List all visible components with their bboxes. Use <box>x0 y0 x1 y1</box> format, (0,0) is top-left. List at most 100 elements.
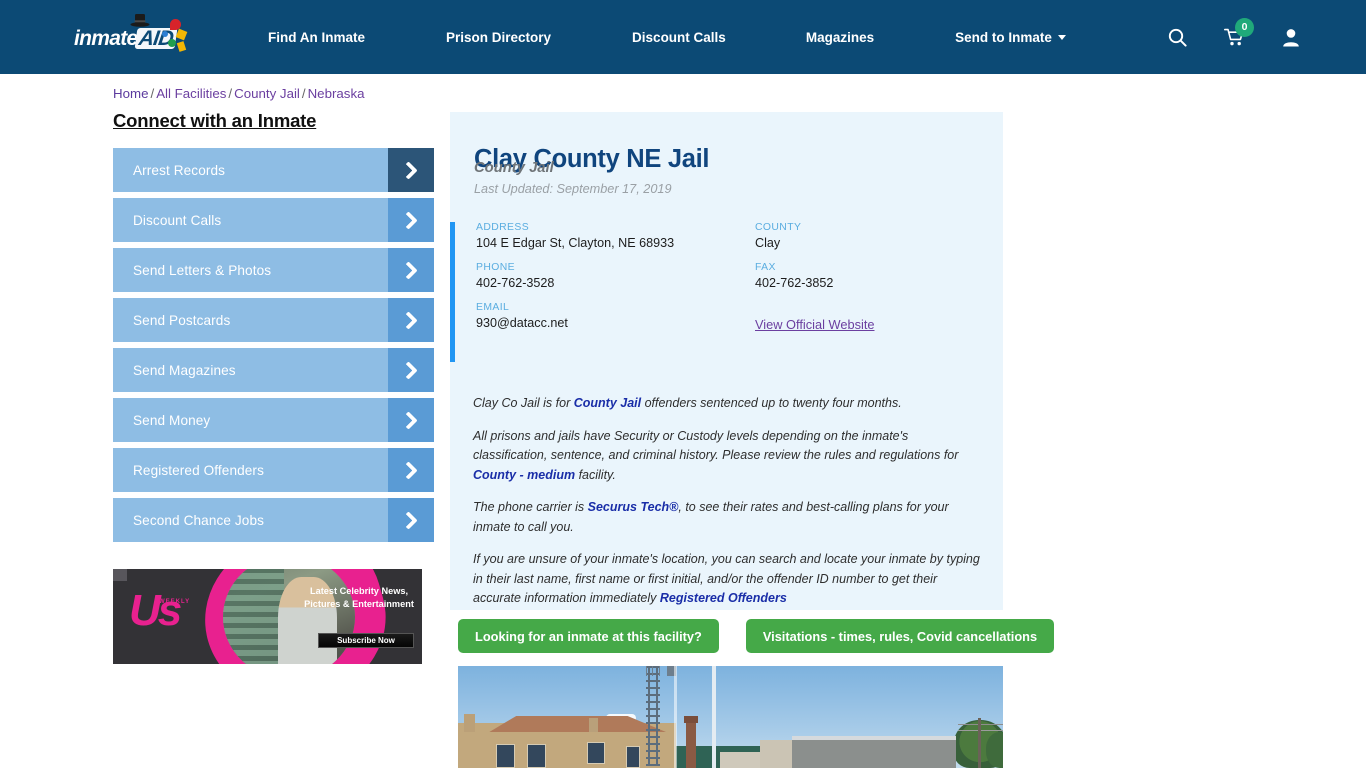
sidebar-title: Connect with an Inmate <box>113 110 317 131</box>
inmate-search-button[interactable]: Looking for an inmate at this facility? <box>458 619 719 653</box>
sidebar-item-label: Send Money <box>133 412 211 428</box>
chevron-right-icon <box>388 298 434 342</box>
contact-field-county: COUNTY Clay <box>755 222 995 250</box>
link-registered-offenders[interactable]: Registered Offenders <box>660 591 787 605</box>
fax-label: FAX <box>755 262 776 273</box>
desc-p3-text-a: The phone carrier is <box>473 500 588 514</box>
sidebar-item-label: Send Letters & Photos <box>133 262 272 278</box>
nav-prison-directory[interactable]: Prison Directory <box>446 30 551 45</box>
chevron-right-icon <box>388 198 434 242</box>
breadcrumb-item-nebraska[interactable]: Nebraska <box>308 86 365 101</box>
breadcrumb-item-all-facilities[interactable]: All Facilities <box>156 86 226 101</box>
link-securus-tech[interactable]: Securus Tech® <box>588 500 679 514</box>
contact-field-address: ADDRESS 104 E Edgar St, Clayton, NE 6893… <box>476 222 736 250</box>
address-label: ADDRESS <box>476 222 530 233</box>
logo-confetti-green <box>168 39 176 47</box>
photo-window <box>587 742 605 764</box>
sidebar-item-send-letters-photos[interactable]: Send Letters & Photos <box>113 248 434 292</box>
photo-chimney <box>464 714 475 732</box>
contact-field-email: EMAIL 930@datacc.net <box>476 302 736 330</box>
breadcrumb-item-home[interactable]: Home <box>113 86 148 101</box>
facility-type: County Jail <box>474 160 554 176</box>
photo-antenna-tower <box>646 666 660 766</box>
chevron-right-icon <box>388 398 434 442</box>
site-logo[interactable]: inmateAID <box>74 14 192 59</box>
action-button-row: Looking for an inmate at this facility? … <box>458 619 1055 653</box>
facility-detail-panel: Clay County NE Jail County Jail Last Upd… <box>450 112 1003 610</box>
nav-find-an-inmate[interactable]: Find An Inmate <box>268 30 365 45</box>
ad-copy-text: Latest Celebrity News, Pictures & Entert… <box>304 586 414 610</box>
chevron-right-icon <box>388 348 434 392</box>
contact-field-phone: PHONE 402-762-3528 <box>476 262 736 290</box>
fax-value: 402-762-3852 <box>755 276 834 290</box>
sidebar-item-arrest-records[interactable]: Arrest Records <box>113 148 434 192</box>
chevron-right-icon <box>388 448 434 492</box>
view-official-website-link[interactable]: View Official Website <box>755 317 875 332</box>
visitation-info-button[interactable]: Visitations - times, rules, Covid cancel… <box>745 619 1055 653</box>
county-value: Clay <box>755 236 781 250</box>
sidebar-item-send-money[interactable]: Send Money <box>113 398 434 442</box>
photo-window <box>527 744 546 768</box>
advertisement-banner[interactable]: Us WEEKLY Latest Celebrity News, Picture… <box>113 569 422 664</box>
logo-confetti-yellow <box>175 28 188 41</box>
email-value: 930@datacc.net <box>476 316 568 330</box>
nav-discount-calls[interactable]: Discount Calls <box>632 30 726 45</box>
sidebar-item-registered-offenders[interactable]: Registered Offenders <box>113 448 434 492</box>
user-account-icon[interactable] <box>1282 28 1300 47</box>
photo-chimney <box>589 718 598 732</box>
ad-corner-marker <box>113 569 127 581</box>
cart-icon[interactable]: 0 <box>1224 17 1254 47</box>
phone-value: 402-762-3528 <box>476 276 555 290</box>
nav-magazines[interactable]: Magazines <box>806 30 874 45</box>
ad-photo-shelf <box>223 569 284 664</box>
photo-window <box>496 744 515 768</box>
logo-text: inmateAID <box>74 27 178 50</box>
breadcrumb-item-county-jail[interactable]: County Jail <box>234 86 300 101</box>
contact-column-left: ADDRESS 104 E Edgar St, Clayton, NE 6893… <box>476 222 736 342</box>
ad-photo <box>223 569 355 664</box>
website-spacer <box>755 302 995 313</box>
photo-wall <box>792 736 956 768</box>
desc-p2-text-b: facility. <box>575 467 616 482</box>
photo-brick-stack <box>686 718 696 768</box>
chevron-right-icon <box>388 498 434 542</box>
photo-stone-pillar <box>760 740 792 768</box>
accent-bar <box>450 222 455 362</box>
sidebar-item-send-magazines[interactable]: Send Magazines <box>113 348 434 392</box>
photo-flagpole <box>712 666 716 768</box>
county-label: COUNTY <box>755 222 802 233</box>
sidebar-item-label: Second Chance Jobs <box>133 512 265 528</box>
description-paragraph-1: Clay Co Jail is for County Jail offender… <box>473 394 985 414</box>
photo-split-divider <box>674 666 677 768</box>
email-label: EMAIL <box>476 302 510 313</box>
sidebar-item-label: Discount Calls <box>133 212 222 228</box>
sidebar-item-discount-calls[interactable]: Discount Calls <box>113 198 434 242</box>
facility-photo <box>458 666 1003 768</box>
desc-p2-text-a: All prisons and jails have Security or C… <box>473 428 959 463</box>
photo-window <box>626 746 640 768</box>
sidebar-item-send-postcards[interactable]: Send Postcards <box>113 298 434 342</box>
logo-confetti-orange <box>176 41 187 52</box>
ad-subscribe-button[interactable]: Subscribe Now <box>318 633 414 648</box>
photo-tree <box>986 732 1003 768</box>
phone-label: PHONE <box>476 262 515 273</box>
sidebar: Connect with an Inmate Arrest Records Di… <box>113 110 434 548</box>
nav-send-to-inmate[interactable]: Send to Inmate <box>955 30 1066 45</box>
search-icon[interactable] <box>1168 28 1187 47</box>
breadcrumb-separator: / <box>228 86 233 101</box>
sidebar-item-second-chance-jobs[interactable]: Second Chance Jobs <box>113 498 434 542</box>
address-value: 104 E Edgar St, Clayton, NE 68933 <box>476 236 675 250</box>
ad-photo-frame <box>223 569 355 664</box>
photo-brick-stack-cap <box>684 716 698 723</box>
sidebar-item-label: Arrest Records <box>133 162 226 178</box>
chevron-right-icon <box>388 248 434 292</box>
contact-column-right: COUNTY Clay FAX 402-762-3852 View Offici… <box>755 222 995 346</box>
ad-brand-logo: Us <box>129 586 182 635</box>
facility-description: Clay Co Jail is for County Jail offender… <box>473 394 985 622</box>
last-updated-text: Last Updated: September 17, 2019 <box>474 182 672 196</box>
contact-field-fax: FAX 402-762-3852 <box>755 262 995 290</box>
link-county-medium[interactable]: County - medium <box>473 468 575 482</box>
description-paragraph-3: The phone carrier is Securus Tech®, to s… <box>473 498 985 537</box>
link-county-jail[interactable]: County Jail <box>574 396 641 410</box>
photo-wall-cap <box>792 736 956 740</box>
